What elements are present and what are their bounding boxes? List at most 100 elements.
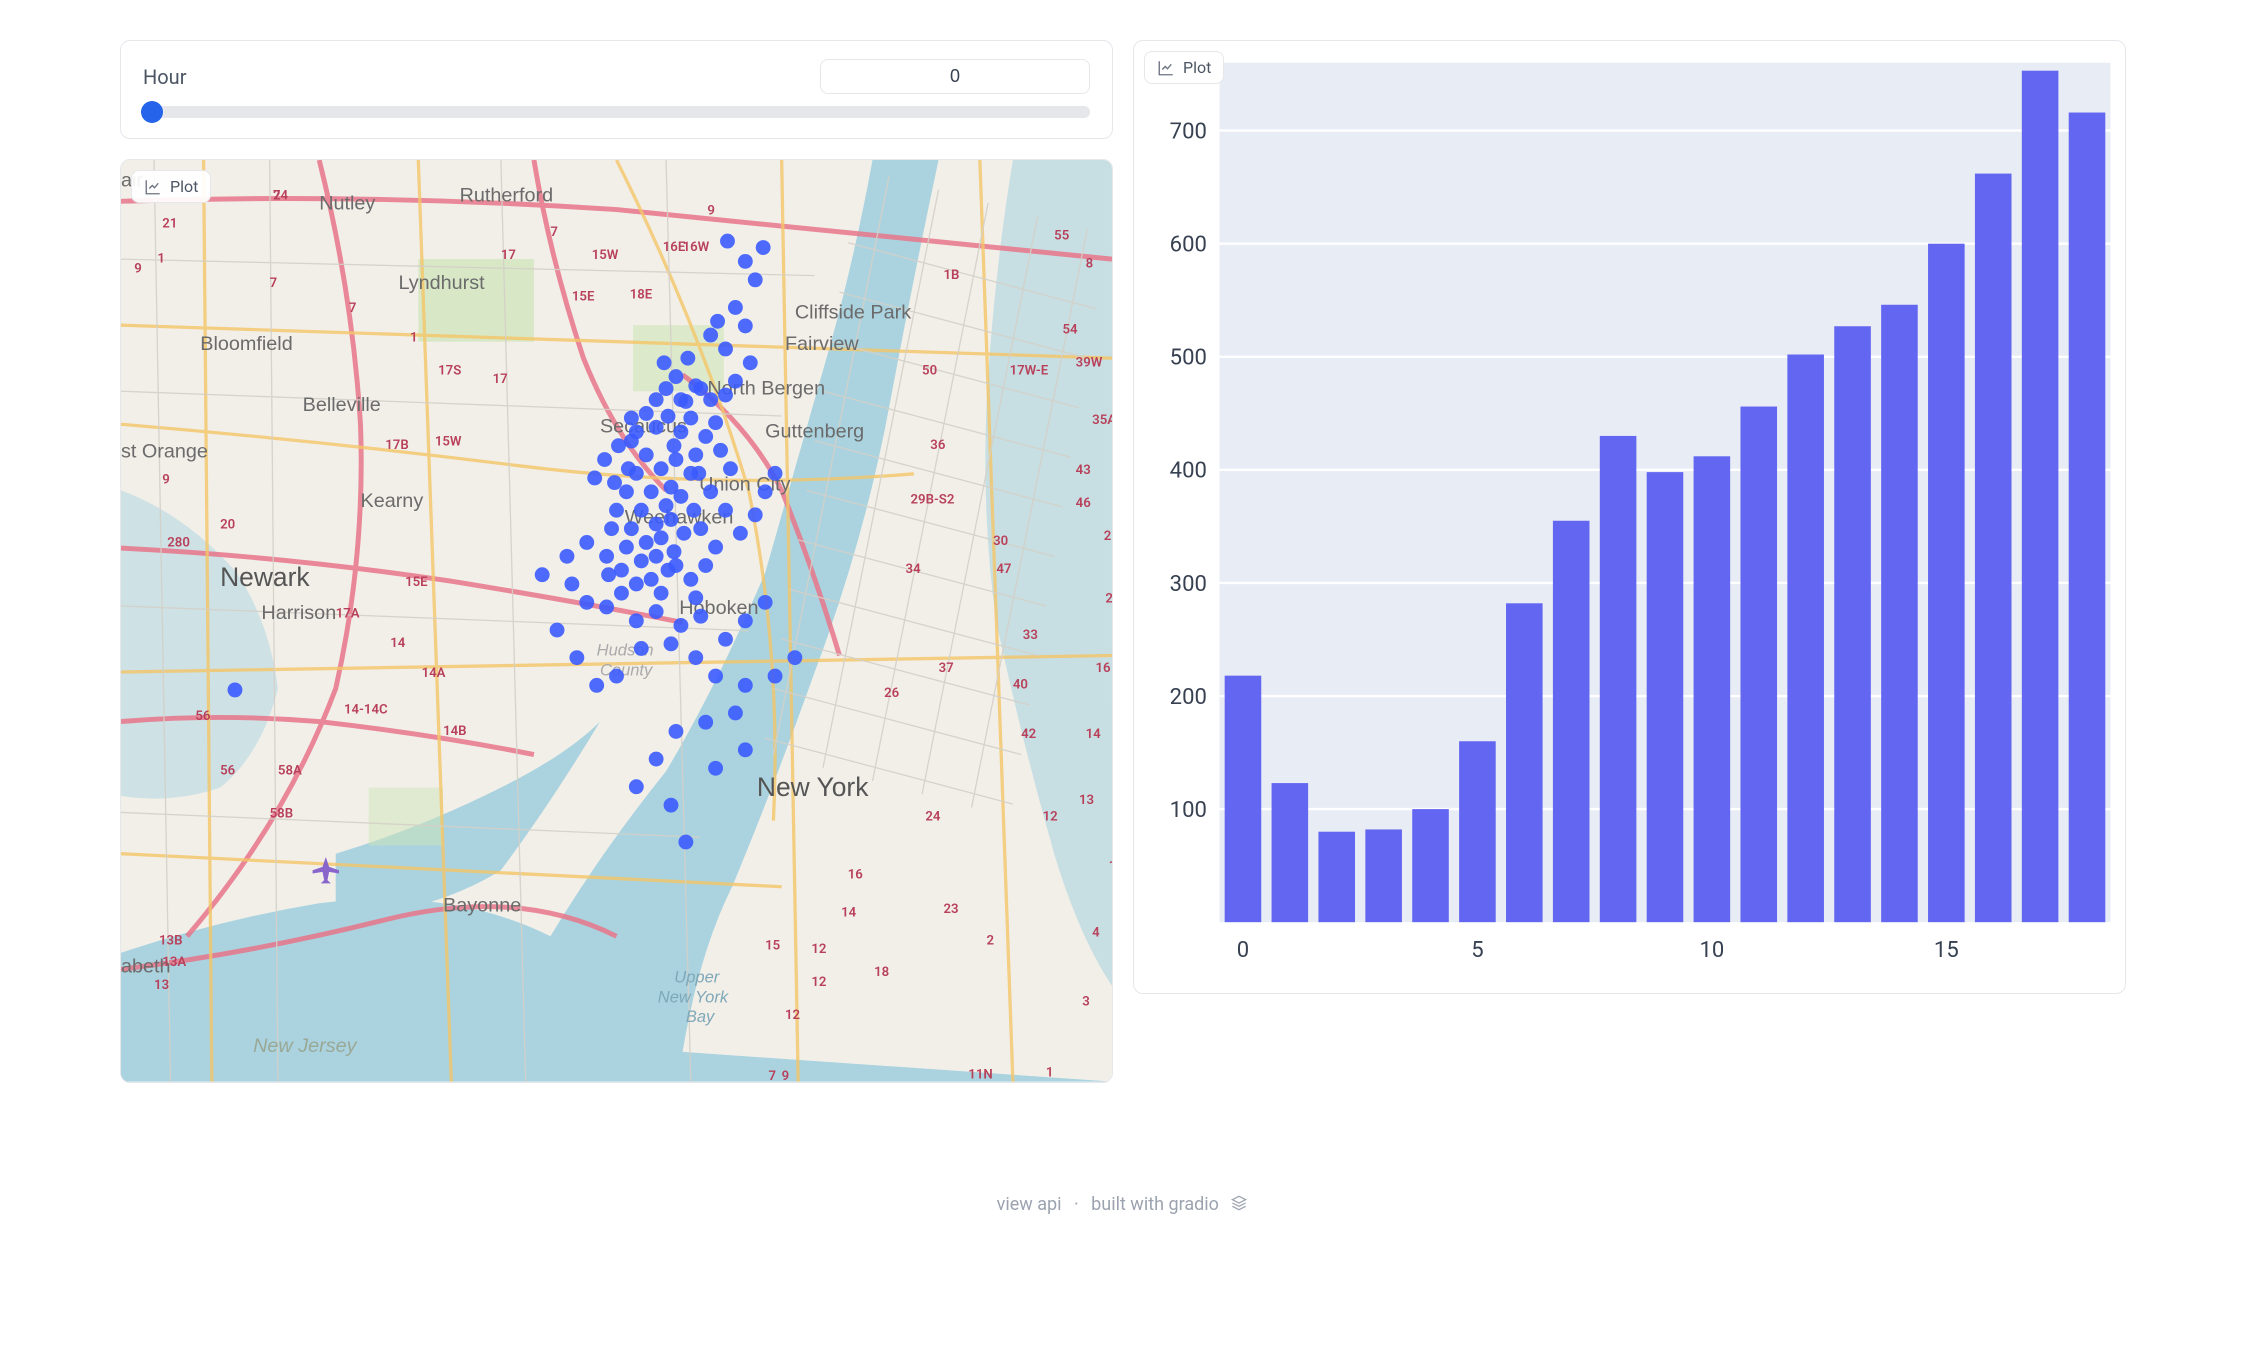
scatter-point [728, 374, 743, 389]
map-label-fairview: Fairview [785, 333, 859, 355]
bar [2069, 113, 2106, 923]
scatter-point [669, 369, 684, 384]
scatter-point [664, 798, 679, 813]
scatter-point [710, 314, 725, 329]
scatter-point [708, 669, 723, 684]
road-label: 9 [782, 1069, 790, 1082]
map-label-uny3: Bay [686, 1008, 716, 1026]
scatter-point [748, 272, 763, 287]
scatter-point [579, 535, 594, 550]
slider-track[interactable] [143, 106, 1090, 118]
svg-text:100: 100 [1170, 798, 1207, 823]
map-label-belleville: Belleville [303, 394, 381, 416]
scatter-point [673, 618, 688, 633]
road-label: 1 [157, 251, 165, 266]
road-label: 12 [1043, 810, 1059, 825]
road-label: 17A [336, 607, 360, 622]
bar [1412, 809, 1449, 922]
slider-value-input[interactable] [820, 59, 1090, 94]
scatter-point [708, 540, 723, 555]
svg-text:400: 400 [1170, 459, 1207, 484]
road-label: 17W-E [1010, 364, 1049, 379]
road-label: 12 [811, 975, 827, 990]
scatter-point [768, 466, 783, 481]
road-label: 1 [1046, 1066, 1054, 1081]
bar [1459, 741, 1496, 922]
road-label: 1 [410, 331, 418, 346]
slider-header: Hour [143, 59, 1090, 94]
bar [1506, 603, 1543, 922]
bar [1225, 676, 1262, 923]
bar-plot[interactable]: 100200300400500600700 051015 [1140, 47, 2119, 987]
scatter-point [698, 429, 713, 444]
scatter-point [649, 420, 664, 435]
svg-text:500: 500 [1170, 346, 1207, 371]
scatter-point [657, 355, 672, 370]
scatter-point [629, 577, 644, 592]
scatter-point [703, 392, 718, 407]
road-label: 12 [811, 942, 827, 957]
map-label-lyndhurst: Lyndhurst [398, 272, 485, 294]
road-label: 4 [1092, 925, 1100, 940]
road-label: 15 [765, 938, 780, 953]
scatter-point [644, 484, 659, 499]
scatter-point [720, 234, 735, 249]
scatter-point [703, 484, 718, 499]
road-label: 13 [1079, 793, 1094, 808]
scatter-point [599, 549, 614, 564]
scatter-point [624, 521, 639, 536]
scatter-point [611, 438, 626, 453]
bar [1365, 829, 1402, 922]
road-label: 56 [195, 709, 211, 724]
road-label: 35A-B [1092, 413, 1112, 428]
scatter-point [619, 540, 634, 555]
scatter-point [589, 678, 604, 693]
road-label: 30 [993, 534, 1008, 549]
bar [1834, 326, 1871, 922]
scatter-point [639, 535, 654, 550]
bar [2022, 71, 2059, 922]
scatter-point [738, 678, 753, 693]
scatter-point [599, 600, 614, 615]
slider-label: Hour [143, 65, 186, 89]
scatter-point [560, 549, 575, 564]
scatter-point [667, 438, 682, 453]
scatter-point [569, 650, 584, 665]
road-label: 21 [1104, 529, 1112, 544]
bar [1881, 305, 1918, 922]
road-label: 55 [1054, 228, 1069, 243]
scatter-point [669, 724, 684, 739]
scatter-point [228, 683, 243, 698]
road-label: 36 [930, 438, 946, 453]
road-label: 14 [1086, 727, 1102, 742]
view-api-link[interactable]: view api [997, 1194, 1062, 1215]
map-label-nutley: Nutley [319, 193, 375, 215]
scatter-point [535, 567, 550, 582]
scatter-point [607, 475, 622, 490]
svg-text:0: 0 [1237, 938, 1249, 963]
svg-text:10: 10 [1699, 938, 1724, 963]
scatter-point [728, 300, 743, 315]
road-label: 11 [1109, 859, 1112, 874]
road-label: 39W [1076, 355, 1103, 370]
scatter-point [688, 650, 703, 665]
road-label: 280 [167, 535, 190, 550]
scatter-point [738, 613, 753, 628]
scatter-point [659, 498, 674, 513]
slider-thumb[interactable] [141, 101, 163, 123]
road-label: 18E [630, 288, 653, 303]
scatter-point [629, 779, 644, 794]
built-with-link[interactable]: built with gradio [1091, 1194, 1219, 1215]
scatter-point [601, 567, 616, 582]
map-plot[interactable]: New York Newark Bayonne Hoboken Union Ci… [121, 160, 1112, 1082]
svg-text:700: 700 [1170, 120, 1207, 145]
scatter-point [587, 471, 602, 486]
road-label: 42 [1021, 727, 1037, 742]
road-label: 15E [572, 289, 595, 304]
road-label: 46 [1076, 496, 1092, 511]
road-label: 43 [1076, 463, 1091, 478]
road-label: 21 [162, 217, 177, 232]
road-label: 8 [1086, 256, 1094, 271]
scatter-point [708, 415, 723, 430]
road-label: 14A [422, 666, 446, 681]
